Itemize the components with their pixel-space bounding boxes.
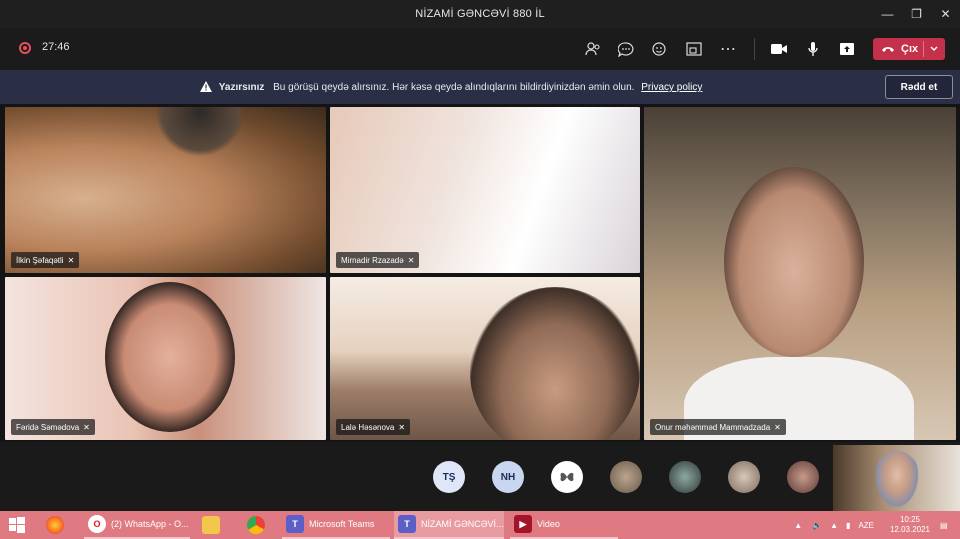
participant-video [105, 282, 235, 432]
mic-muted-icon: ✕ [67, 255, 75, 265]
avatar[interactable] [787, 461, 819, 493]
reactions-icon[interactable] [649, 38, 671, 60]
language-indicator[interactable]: AZE [858, 521, 874, 530]
minimize-icon[interactable]: — [873, 0, 902, 28]
clock-date: 12.03.2021 [889, 525, 931, 534]
network-icon[interactable]: ▲ [830, 521, 838, 530]
chrome-icon [247, 516, 265, 534]
avatar[interactable] [551, 461, 583, 493]
participants-icon[interactable] [582, 38, 604, 60]
video-tile[interactable]: İlkin Şəfaqətli ✕ [5, 107, 326, 273]
teams-icon: T [286, 515, 304, 533]
participant-name: İlkin Şəfaqətli [16, 255, 64, 265]
taskbar-file-explorer[interactable] [202, 511, 225, 539]
participant-name-tag: Lalə Həsənova ✕ [336, 419, 411, 435]
teams-icon: T [398, 515, 416, 533]
start-button[interactable] [8, 511, 26, 539]
avatar[interactable]: NH [492, 461, 524, 493]
banner-message-row: Yazırsınız Bu görüşü qeydə alırsınız. Hə… [200, 81, 702, 93]
close-icon[interactable]: ✕ [931, 0, 960, 28]
opera-icon: O [88, 515, 106, 533]
mic-muted-icon: ✕ [398, 422, 406, 432]
hang-up-icon [882, 47, 894, 52]
taskbar-whatsapp[interactable]: O (2) WhatsApp - O... [84, 511, 190, 539]
mic-muted-icon: ✕ [407, 255, 415, 265]
self-view-video[interactable] [833, 445, 960, 511]
participant-name: Lalə Həsənova [341, 422, 395, 432]
system-tray: ▲ 🔈 ▲ ▮ AZE 10:25 12.03.2021 ▤ [794, 511, 960, 539]
recording-icon [19, 42, 31, 54]
participant-video [724, 167, 864, 357]
clock-time: 10:25 [899, 515, 921, 524]
avatar[interactable] [669, 461, 701, 493]
warning-icon [200, 81, 212, 92]
banner-heading: Yazırsınız [218, 82, 265, 93]
video-tile[interactable]: Onur məhəmməd Mammadzada ✕ [644, 107, 956, 440]
windows-logo-icon [9, 517, 25, 533]
breakout-rooms-icon[interactable] [683, 38, 705, 60]
title-bar: NİZAMİ GƏNCƏVİ 880 İL — ❐ ✕ [0, 0, 960, 28]
taskbar-item-label: NİZAMİ GƏNCƏVİ... [421, 519, 504, 529]
share-screen-icon[interactable] [836, 38, 858, 60]
dismiss-button[interactable]: Rədd et [885, 75, 953, 99]
leave-button-label: Çıx [901, 43, 919, 55]
restore-icon[interactable]: ❐ [902, 0, 931, 28]
teams-meeting-window: NİZAMİ GƏNCƏVİ 880 İL — ❐ ✕ 27:46 ⋯ Çıx … [0, 0, 960, 539]
recording-banner: Yazırsınız Bu görüşü qeydə alırsınız. Hə… [0, 70, 960, 104]
window-controls: — ❐ ✕ [873, 0, 960, 28]
taskbar-video[interactable]: ▶ Video [510, 511, 618, 539]
notifications-icon[interactable]: ▤ [940, 521, 956, 530]
participant-name-tag: İlkin Şəfaqətli ✕ [11, 252, 80, 268]
privacy-policy-link[interactable]: Privacy policy [641, 82, 702, 93]
video-grid: İlkin Şəfaqətli ✕ Mirnadir Rzazadə ✕ Onu… [0, 104, 960, 442]
meeting-toolbar: 27:46 ⋯ Çıx [0, 28, 960, 70]
participant-roster: TŞ NH [0, 442, 960, 511]
mic-muted-icon: ✕ [83, 422, 90, 432]
mic-muted-icon: ✕ [774, 422, 781, 432]
taskbar-item-label: (2) WhatsApp - O... [111, 519, 189, 529]
clock[interactable]: 10:25 12.03.2021 [880, 515, 940, 535]
wall-clock [155, 107, 245, 157]
self-view-person [873, 451, 921, 511]
butterfly-icon [560, 472, 574, 482]
chevron-up-icon[interactable]: ▲ [794, 521, 802, 530]
participant-name-tag: Fəridə Səmədova ✕ [11, 419, 95, 435]
participant-video [470, 287, 640, 440]
participant-name: Onur məhəmməd Mammadzada [655, 422, 771, 432]
video-app-icon: ▶ [514, 515, 532, 533]
chat-icon[interactable] [615, 38, 637, 60]
volume-icon[interactable]: 🔈 [812, 521, 822, 530]
battery-icon[interactable]: ▮ [846, 521, 850, 530]
taskbar-item-label: Video [537, 519, 560, 529]
avatar[interactable] [728, 461, 760, 493]
avatar[interactable] [610, 461, 642, 493]
taskbar: O (2) WhatsApp - O... T Microsoft Teams … [0, 511, 960, 539]
participant-name-tag: Onur məhəmməd Mammadzada ✕ [650, 419, 786, 435]
chevron-down-icon[interactable] [929, 41, 939, 57]
banner-message: Bu görüşü qeydə alırsınız. Hər kəsə qeyd… [273, 82, 635, 93]
microphone-icon[interactable] [802, 38, 824, 60]
firefox-icon [46, 516, 64, 534]
taskbar-item-label: Microsoft Teams [309, 519, 375, 529]
taskbar-chrome[interactable] [247, 511, 270, 539]
participant-name-tag: Mirnadir Rzazadə ✕ [336, 252, 420, 268]
avatar[interactable]: TŞ [433, 461, 465, 493]
taskbar-firefox[interactable] [46, 511, 69, 539]
folder-icon [202, 516, 220, 534]
taskbar-teams[interactable]: T Microsoft Teams [282, 511, 390, 539]
video-tile[interactable]: Mirnadir Rzazadə ✕ [330, 107, 640, 273]
video-tile[interactable]: Lalə Həsənova ✕ [330, 277, 640, 440]
toolbar-divider [754, 38, 755, 60]
more-options-icon[interactable]: ⋯ [717, 38, 739, 60]
camera-icon[interactable] [768, 38, 790, 60]
taskbar-meeting-window[interactable]: T NİZAMİ GƏNCƏVİ... [394, 511, 504, 539]
video-tile[interactable]: Fəridə Səmədova ✕ [5, 277, 326, 440]
leave-split-divider [923, 41, 924, 57]
window-title: NİZAMİ GƏNCƏVİ 880 İL [415, 8, 545, 20]
participant-name: Fəridə Səmədova [16, 422, 80, 432]
meeting-timer: 27:46 [42, 41, 70, 53]
leave-button[interactable]: Çıx [873, 38, 945, 60]
participant-name: Mirnadir Rzazadə [341, 255, 404, 265]
